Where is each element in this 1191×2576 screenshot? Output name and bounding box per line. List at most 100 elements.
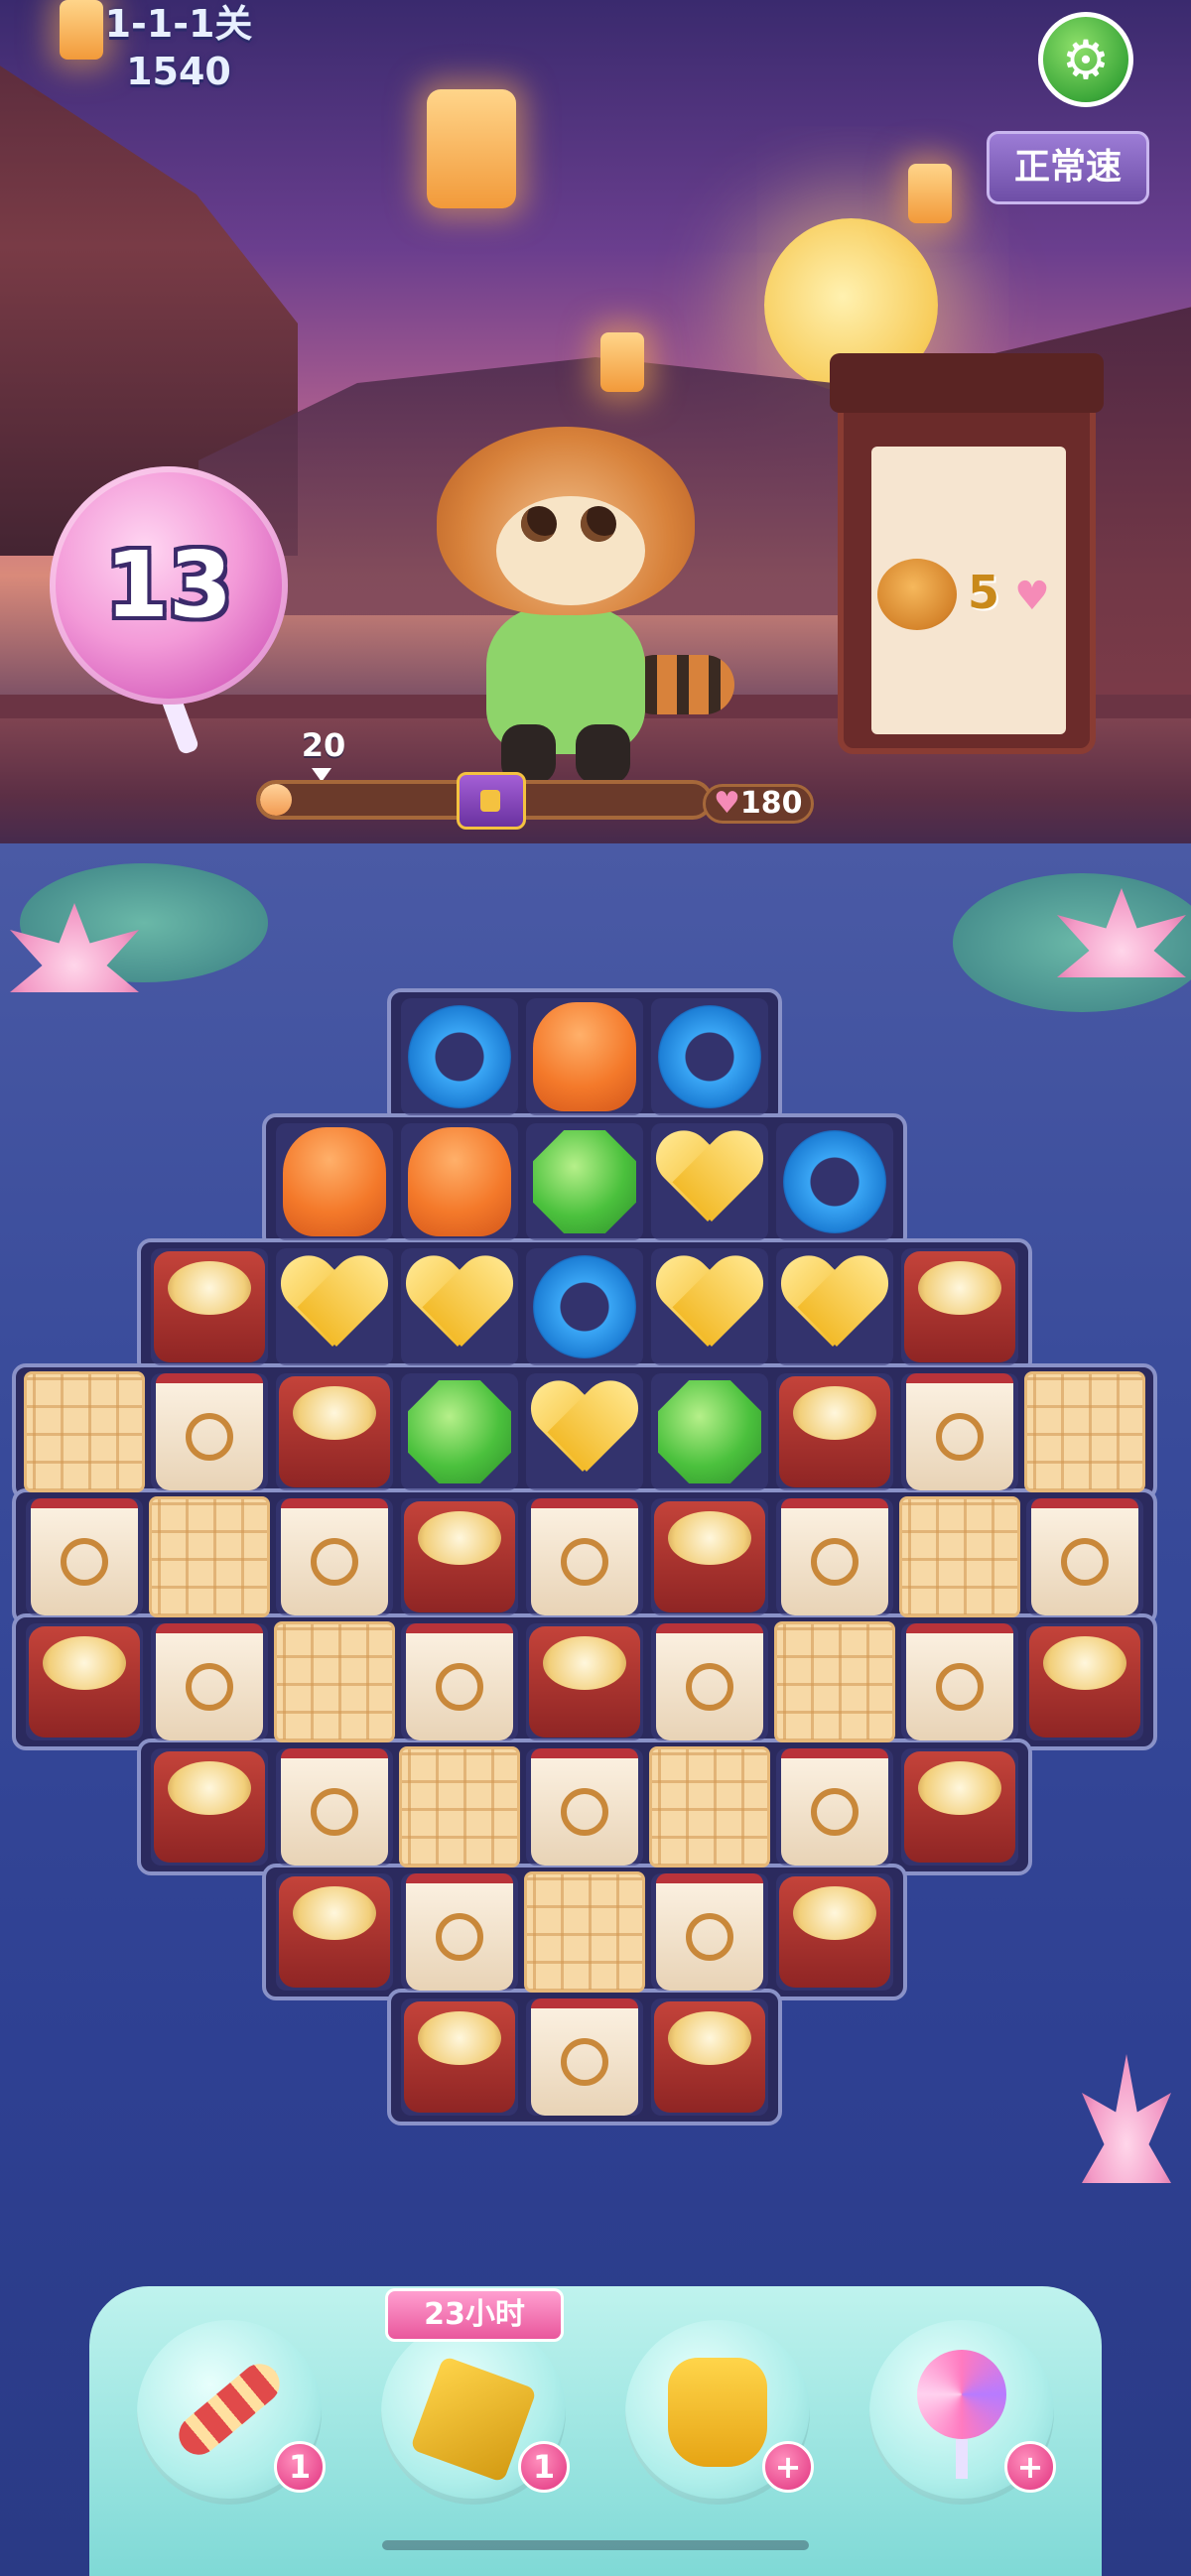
mooncake-box-blocker [154, 1751, 265, 1863]
board-tile[interactable] [647, 1494, 772, 1619]
waffle-blocker [1024, 1371, 1145, 1492]
gift-bag-blocker [281, 1498, 388, 1615]
gift-bag-blocker [656, 1873, 763, 1991]
board-tile[interactable] [522, 994, 647, 1119]
board-tile[interactable] [772, 1494, 897, 1619]
mooncake-box-blocker [279, 1876, 390, 1988]
board-tile[interactable] [22, 1494, 147, 1619]
board-tile[interactable] [272, 1494, 397, 1619]
board-tile[interactable] [147, 1744, 272, 1869]
board-tile[interactable] [397, 1869, 522, 1995]
home-indicator [382, 2540, 809, 2550]
board-tile[interactable] [272, 1619, 397, 1744]
board-tile[interactable] [272, 1744, 397, 1869]
board-tile[interactable] [647, 1369, 772, 1494]
waffle-blocker [274, 1621, 395, 1742]
board-tile[interactable] [22, 1369, 147, 1494]
board-tile[interactable] [897, 1494, 1022, 1619]
heart-candy [781, 1257, 888, 1356]
gift-bag-blocker [531, 1998, 638, 2116]
gift-bag-blocker [1031, 1498, 1138, 1615]
mooncake-box-blocker [1029, 1626, 1140, 1738]
board-tile[interactable] [647, 1744, 772, 1869]
donut-candy [658, 1005, 761, 1108]
board-tile[interactable] [647, 1995, 772, 2120]
board-tile[interactable] [897, 1244, 1022, 1369]
board-tile[interactable] [522, 1744, 647, 1869]
board-tile[interactable] [772, 1744, 897, 1869]
board-tile[interactable] [897, 1744, 1022, 1869]
board-tile[interactable] [522, 1244, 647, 1369]
board-tile[interactable] [272, 1369, 397, 1494]
board-tile[interactable] [272, 1869, 397, 1995]
waffle-blocker [774, 1621, 895, 1742]
board-tile[interactable] [522, 1619, 647, 1744]
gumdrop-candy [533, 1002, 636, 1111]
heart-candy [656, 1257, 763, 1356]
board-tile[interactable] [522, 1869, 647, 1995]
board-tile[interactable] [522, 1369, 647, 1494]
board-tile[interactable] [397, 1119, 522, 1244]
mooncake-box-blocker [279, 1376, 390, 1487]
board-tile[interactable] [647, 1869, 772, 1995]
booster-spoon-count: 1 [274, 2441, 326, 2493]
board-tile[interactable] [147, 1494, 272, 1619]
mooncake-box-blocker [404, 2001, 515, 2113]
board-tile[interactable] [147, 1244, 272, 1369]
donut-candy [408, 1005, 511, 1108]
board-tile[interactable] [522, 1119, 647, 1244]
board-tile[interactable] [272, 1244, 397, 1369]
mooncake-box-blocker [904, 1251, 1015, 1362]
waffle-blocker [24, 1371, 145, 1492]
board-tile[interactable] [22, 1619, 147, 1744]
waffle-blocker [899, 1496, 1020, 1617]
board-tile[interactable] [397, 994, 522, 1119]
board-tile[interactable] [897, 1369, 1022, 1494]
board-tile[interactable] [772, 1369, 897, 1494]
gift-bag-blocker [156, 1373, 263, 1490]
waffle-blocker [149, 1496, 270, 1617]
board-tile[interactable] [647, 1244, 772, 1369]
mooncake-box-blocker [654, 1501, 765, 1612]
mooncake-box-blocker [529, 1626, 640, 1738]
board-tile[interactable] [397, 1995, 522, 2120]
gift-bag-blocker [531, 1748, 638, 1866]
board-tile[interactable] [1022, 1369, 1147, 1494]
booster-lollipop-add[interactable]: + [1004, 2441, 1056, 2493]
board-tile[interactable] [647, 994, 772, 1119]
board-tile[interactable] [272, 1119, 397, 1244]
board-tile[interactable] [1022, 1619, 1147, 1744]
gift-bag-blocker [406, 1623, 513, 1740]
gumdrop-candy [283, 1127, 386, 1236]
booster-timer-tag: 23小时 [385, 2288, 564, 2342]
board-tile[interactable] [397, 1244, 522, 1369]
board-tile[interactable] [897, 1619, 1022, 1744]
board-tile[interactable] [772, 1244, 897, 1369]
board-tile[interactable] [647, 1119, 772, 1244]
heart-candy [281, 1257, 388, 1356]
board-tile[interactable] [772, 1869, 897, 1995]
board-tile[interactable] [147, 1369, 272, 1494]
waffle-blocker [524, 1871, 645, 1993]
board-tile[interactable] [522, 1494, 647, 1619]
board-tile[interactable] [772, 1619, 897, 1744]
waffle-blocker [399, 1746, 520, 1868]
gift-bag-blocker [281, 1748, 388, 1866]
board-tile[interactable] [397, 1744, 522, 1869]
board-tile[interactable] [522, 1995, 647, 2120]
board-tile[interactable] [147, 1619, 272, 1744]
mooncake-box-blocker [779, 1376, 890, 1487]
board-tile[interactable] [1022, 1494, 1147, 1619]
gift-bag-blocker [531, 1498, 638, 1615]
board-tile[interactable] [397, 1619, 522, 1744]
board-tile[interactable] [772, 1119, 897, 1244]
booster-glove-add[interactable]: + [762, 2441, 814, 2493]
gift-bag-blocker [156, 1623, 263, 1740]
mooncake-box-blocker [404, 1501, 515, 1612]
board-tile[interactable] [397, 1494, 522, 1619]
board-tile[interactable] [397, 1369, 522, 1494]
mooncake-box-blocker [154, 1251, 265, 1362]
game-board [0, 0, 1191, 2576]
spoon-icon [170, 2356, 289, 2463]
board-tile[interactable] [647, 1619, 772, 1744]
